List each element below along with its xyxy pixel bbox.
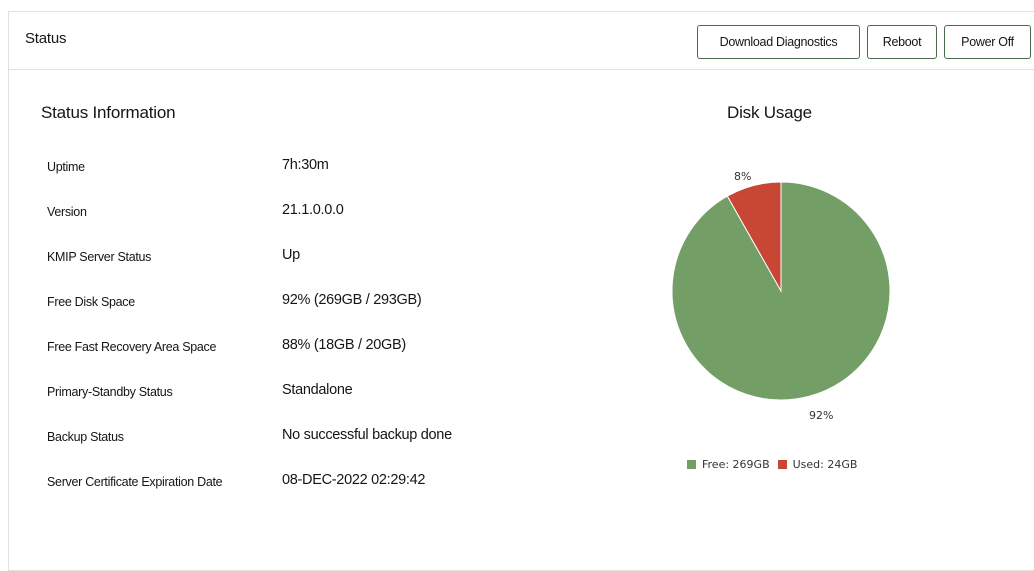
reboot-button[interactable]: Reboot (867, 25, 937, 59)
disk-usage-title: Disk Usage (727, 103, 812, 122)
version-label: Version (47, 205, 87, 219)
kmip-status-value: Up (282, 247, 300, 263)
free-fra-space-label: Free Fast Recovery Area Space (47, 340, 217, 354)
legend-swatch-free (687, 460, 696, 469)
backup-status-value: No successful backup done (282, 427, 452, 443)
legend-item-used: Used: 24GB (777, 458, 858, 471)
free-disk-space-label: Free Disk Space (47, 295, 135, 309)
version-value: 21.1.0.0.0 (282, 202, 344, 218)
legend-item-free: Free: 269GB (687, 458, 770, 471)
status-information-title: Status Information (41, 103, 176, 122)
uptime-label: Uptime (47, 160, 85, 174)
legend-label-used: Used: 24GB (792, 458, 858, 471)
free-disk-space-value: 92% (269GB / 293GB) (282, 292, 422, 308)
legend-swatch-used (777, 460, 787, 469)
chart-legend: Free: 269GB Used: 24GB (687, 458, 865, 471)
cert-expiration-value: 08-DEC-2022 02:29:42 (282, 472, 426, 488)
disk-usage-pie-chart (671, 181, 891, 401)
used-percent-label: 8% (734, 170, 752, 183)
primary-standby-value: Standalone (282, 382, 353, 398)
download-diagnostics-button[interactable]: Download Diagnostics (697, 25, 860, 59)
page-title: Status (25, 30, 67, 47)
legend-label-free: Free: 269GB (702, 458, 770, 471)
primary-standby-label: Primary-Standby Status (47, 385, 173, 399)
free-percent-label: 92% (809, 409, 834, 422)
kmip-status-label: KMIP Server Status (47, 250, 152, 264)
cert-expiration-label: Server Certificate Expiration Date (47, 475, 223, 489)
panel-header: Status Download Diagnostics Reboot Power… (9, 12, 1034, 70)
backup-status-label: Backup Status (47, 430, 124, 444)
free-fra-space-value: 88% (18GB / 20GB) (282, 337, 406, 353)
power-off-button[interactable]: Power Off (944, 25, 1031, 59)
uptime-value: 7h:30m (282, 157, 329, 173)
status-panel: Status Download Diagnostics Reboot Power… (8, 11, 1034, 571)
